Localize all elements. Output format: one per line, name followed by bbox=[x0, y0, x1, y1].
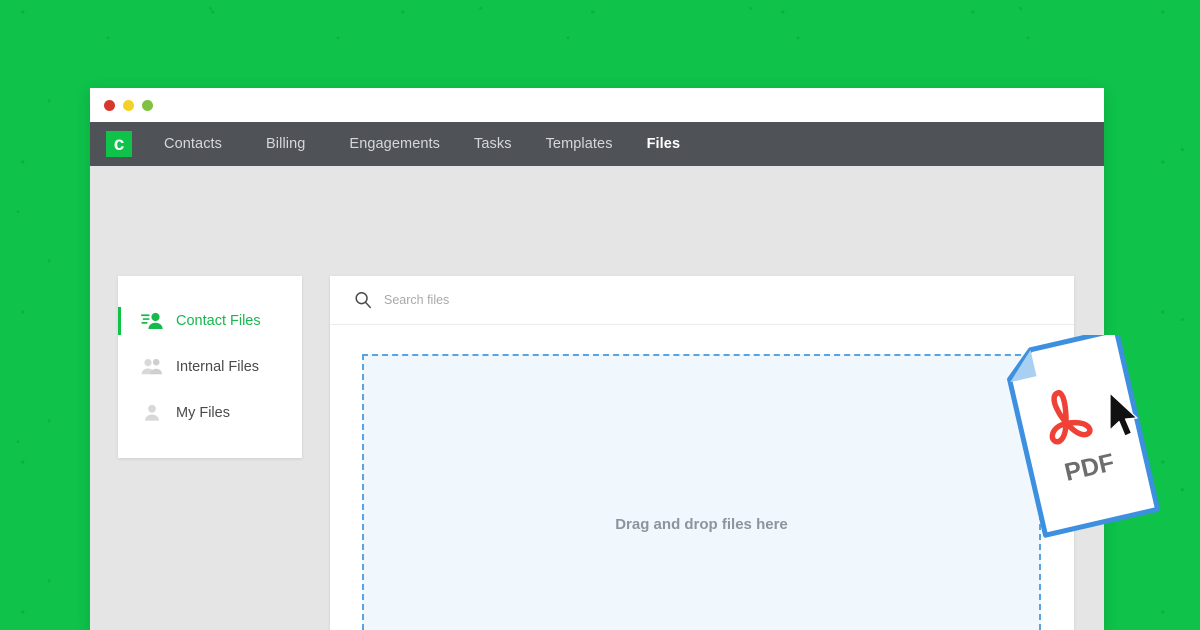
dropzone-label: Drag and drop files here bbox=[615, 516, 788, 533]
search-bar bbox=[330, 276, 1074, 325]
sidebar-item-label: Internal Files bbox=[176, 359, 260, 375]
my-files-icon bbox=[140, 404, 164, 422]
nav-item-templates[interactable]: Templates bbox=[546, 136, 613, 152]
browser-titlebar bbox=[90, 88, 1104, 122]
contact-files-icon bbox=[140, 312, 164, 330]
sidebar-item-label: My Files bbox=[176, 405, 230, 421]
nav-item-tasks[interactable]: Tasks bbox=[474, 136, 512, 152]
nav-item-engagements[interactable]: Engagements bbox=[349, 136, 440, 152]
sidebar-item-label: Contact Files bbox=[176, 313, 261, 329]
search-icon bbox=[354, 291, 372, 309]
active-indicator-bar bbox=[118, 307, 121, 335]
app-body: Contact Files Internal Files My Files Se… bbox=[90, 166, 1104, 630]
nav-item-files[interactable]: Files bbox=[647, 136, 681, 152]
sidebar-item-my-files[interactable]: My Files bbox=[118, 390, 302, 436]
files-sidebar: Contact Files Internal Files My Files bbox=[118, 276, 302, 458]
sidebar-item-internal-files[interactable]: Internal Files bbox=[118, 344, 302, 390]
close-window-button[interactable] bbox=[104, 99, 115, 111]
browser-window: c Contacts Billing Engagements Tasks Tem… bbox=[90, 88, 1104, 630]
dragged-pdf-file[interactable]: PDF bbox=[990, 327, 1170, 545]
files-content-panel: Drag and drop files here bbox=[330, 276, 1074, 630]
zoom-window-button[interactable] bbox=[142, 99, 153, 111]
nav-item-contacts[interactable]: Contacts bbox=[164, 136, 222, 152]
arrow-cursor-icon bbox=[1108, 392, 1142, 442]
sidebar-item-contact-files[interactable]: Contact Files bbox=[118, 298, 302, 344]
nav-item-billing[interactable]: Billing bbox=[266, 136, 305, 152]
app-navigation-bar: c Contacts Billing Engagements Tasks Tem… bbox=[90, 122, 1104, 166]
search-input[interactable] bbox=[382, 292, 686, 308]
app-logo-icon[interactable]: c bbox=[106, 131, 132, 157]
internal-files-icon bbox=[140, 358, 164, 376]
file-dropzone[interactable]: Drag and drop files here bbox=[362, 354, 1041, 630]
minimize-window-button[interactable] bbox=[123, 99, 134, 111]
